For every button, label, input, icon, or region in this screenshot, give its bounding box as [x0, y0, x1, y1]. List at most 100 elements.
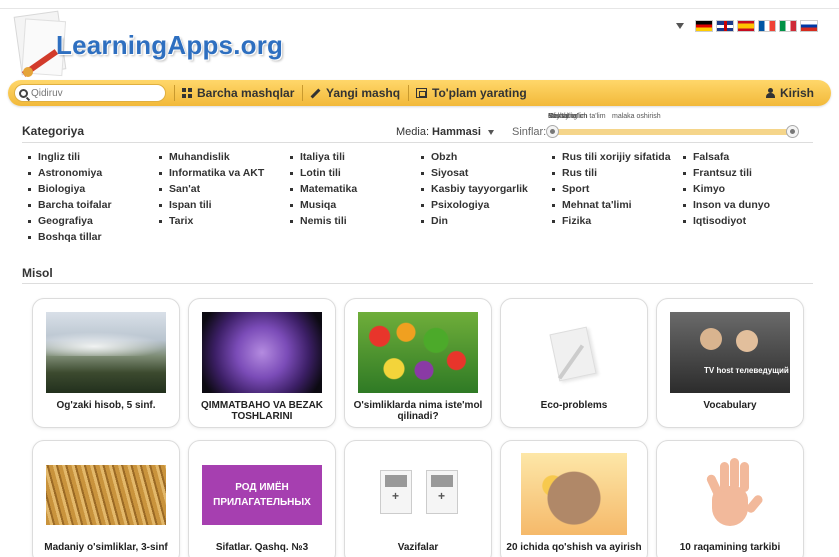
- category-link[interactable]: Nemis tili: [290, 215, 347, 227]
- media-label: Media:: [396, 126, 430, 138]
- card-thumbnail: [670, 454, 790, 535]
- category-link[interactable]: San'at: [159, 183, 200, 195]
- nav-divider: [174, 85, 175, 101]
- media-value[interactable]: Hammasi: [432, 126, 481, 138]
- nav-divider: [408, 85, 409, 101]
- flag-it-icon[interactable]: [779, 20, 797, 32]
- grid-icon: [182, 88, 192, 98]
- chevron-down-icon[interactable]: [487, 129, 494, 135]
- card-title: QIMMATBAHO VA BEZAK TOSHLARINI: [200, 400, 324, 422]
- category-link[interactable]: Lotin tili: [290, 167, 341, 179]
- app-card[interactable]: O'simliklarda nima iste'mol qilinadi?: [344, 298, 492, 428]
- collection-icon: [416, 88, 427, 98]
- search-box[interactable]: [14, 84, 166, 102]
- card-title: Og'zaki hisob, 5 sinf.: [56, 400, 156, 411]
- card-title: Sifatlar. Qashq. №3: [215, 542, 309, 553]
- category-link[interactable]: Tarix: [159, 215, 193, 227]
- app-card[interactable]: QIMMATBAHO VA BEZAK TOSHLARINI: [188, 298, 336, 428]
- category-link[interactable]: Iqtisodiyot: [683, 215, 746, 227]
- flag-es-icon[interactable]: [737, 20, 755, 32]
- card-thumbnail: [514, 312, 634, 393]
- flag-gb-icon[interactable]: [716, 20, 734, 32]
- grades-label: Sinflar:: [512, 126, 547, 138]
- app-card[interactable]: Og'zaki hisob, 5 sinf.: [32, 298, 180, 428]
- video-doc-icon: [426, 470, 458, 514]
- card-thumbnail: [202, 312, 322, 393]
- card-thumbnail: TV host телеведущий: [670, 312, 790, 393]
- category-link[interactable]: Matematika: [290, 183, 357, 195]
- category-link[interactable]: Inson va dunyo: [683, 199, 770, 211]
- category-link[interactable]: Rus tili: [552, 167, 597, 179]
- divider: [22, 142, 813, 143]
- all-exercises-link[interactable]: Barcha mashqlar: [182, 86, 294, 100]
- category-link[interactable]: Biologiya: [28, 183, 85, 195]
- grade-label: malaka oshirish: [612, 113, 661, 120]
- card-thumbnail: [46, 465, 166, 525]
- finger-shape: [730, 458, 739, 490]
- category-link[interactable]: Informatika va AKT: [159, 167, 264, 179]
- media-filter[interactable]: Media: Hammasi: [396, 126, 494, 138]
- category-link[interactable]: Sport: [552, 183, 589, 195]
- card-title: Eco-problems: [540, 400, 608, 411]
- site-logo[interactable]: LearningApps.org: [56, 30, 283, 61]
- new-exercise-label: Yangi mashq: [326, 86, 401, 100]
- card-title: Madaniy o'simliklar, 3-sinf: [44, 542, 168, 553]
- flag-ru-icon[interactable]: [800, 20, 818, 32]
- category-link[interactable]: Rus tili xorijiy sifatida: [552, 151, 671, 163]
- category-link[interactable]: Falsafa: [683, 151, 729, 163]
- category-link[interactable]: Din: [421, 215, 448, 227]
- card-thumbnail: [358, 312, 478, 393]
- grades-slider-min-handle[interactable]: [546, 125, 559, 138]
- create-collection-link[interactable]: To'plam yarating: [416, 86, 527, 100]
- create-collection-label: To'plam yarating: [432, 86, 527, 100]
- category-link[interactable]: Kimyo: [683, 183, 725, 195]
- card-thumbnail: [358, 454, 478, 535]
- category-link[interactable]: Italiya tili: [290, 151, 345, 163]
- login-link[interactable]: Kirish: [766, 86, 814, 100]
- card-title: 20 ichida qo'shish va ayirish: [506, 542, 642, 553]
- card-thumbnail: [46, 312, 166, 393]
- category-link[interactable]: Siyosat: [421, 167, 468, 179]
- category-link[interactable]: Boshqa tillar: [28, 231, 102, 243]
- search-input[interactable]: [31, 87, 156, 99]
- category-link[interactable]: Astronomiya: [28, 167, 102, 179]
- flag-de-icon[interactable]: [695, 20, 713, 32]
- flag-fr-icon[interactable]: [758, 20, 776, 32]
- category-link[interactable]: Geografiya: [28, 215, 93, 227]
- category-link[interactable]: Mehnat ta'limi: [552, 199, 632, 211]
- grades-slider-max-handle[interactable]: [786, 125, 799, 138]
- divider: [22, 283, 813, 284]
- category-link[interactable]: Ispan tili: [159, 199, 212, 211]
- card-title: 10 raqamining tarkibi: [679, 542, 781, 553]
- category-link[interactable]: Barcha toifalar: [28, 199, 112, 211]
- card-thumbnail: [521, 453, 627, 535]
- main-navbar: Barcha mashqlar Yangi mashq To'plam yara…: [8, 80, 831, 106]
- category-link[interactable]: Obzh: [421, 151, 457, 163]
- finger-shape: [740, 462, 749, 492]
- thumbnail-caption: РОД ИМЁН ПРИЛАГАТЕЛЬНЫХ: [213, 482, 311, 508]
- category-link[interactable]: Muhandislik: [159, 151, 230, 163]
- category-link[interactable]: Musiqa: [290, 199, 336, 211]
- grades-slider-track[interactable]: [552, 129, 796, 135]
- app-card[interactable]: Madaniy o'simliklar, 3-sinf: [32, 440, 180, 557]
- category-link[interactable]: Fizika: [552, 215, 591, 227]
- app-card[interactable]: 20 ichida qo'shish va ayirish: [500, 440, 648, 557]
- dropdown-arrow-icon[interactable]: [676, 23, 684, 29]
- section-title: Misol: [22, 266, 53, 280]
- category-link[interactable]: Frantsuz tili: [683, 167, 752, 179]
- category-link[interactable]: Kasbiy tayyorgarlik: [421, 183, 528, 195]
- top-divider: [0, 8, 839, 9]
- app-card[interactable]: Vazifalar: [344, 440, 492, 557]
- category-link[interactable]: Psixologiya: [421, 199, 489, 211]
- app-card[interactable]: TV host телеведущий Vocabulary: [656, 298, 804, 428]
- card-title: O'simliklarda nima iste'mol qilinadi?: [353, 400, 483, 422]
- app-card[interactable]: РОД ИМЁН ПРИЛАГАТЕЛЬНЫХ Sifatlar. Qashq.…: [188, 440, 336, 557]
- thumbnail-caption: TV host телеведущий: [704, 366, 789, 375]
- user-icon: [766, 88, 775, 98]
- app-card[interactable]: Eco-problems: [500, 298, 648, 428]
- language-selector[interactable]: [676, 20, 818, 32]
- category-link[interactable]: Ingliz tili: [28, 151, 80, 163]
- app-card[interactable]: 10 raqamining tarkibi: [656, 440, 804, 557]
- new-exercise-link[interactable]: Yangi mashq: [310, 86, 400, 100]
- image-doc-icon: [380, 470, 412, 514]
